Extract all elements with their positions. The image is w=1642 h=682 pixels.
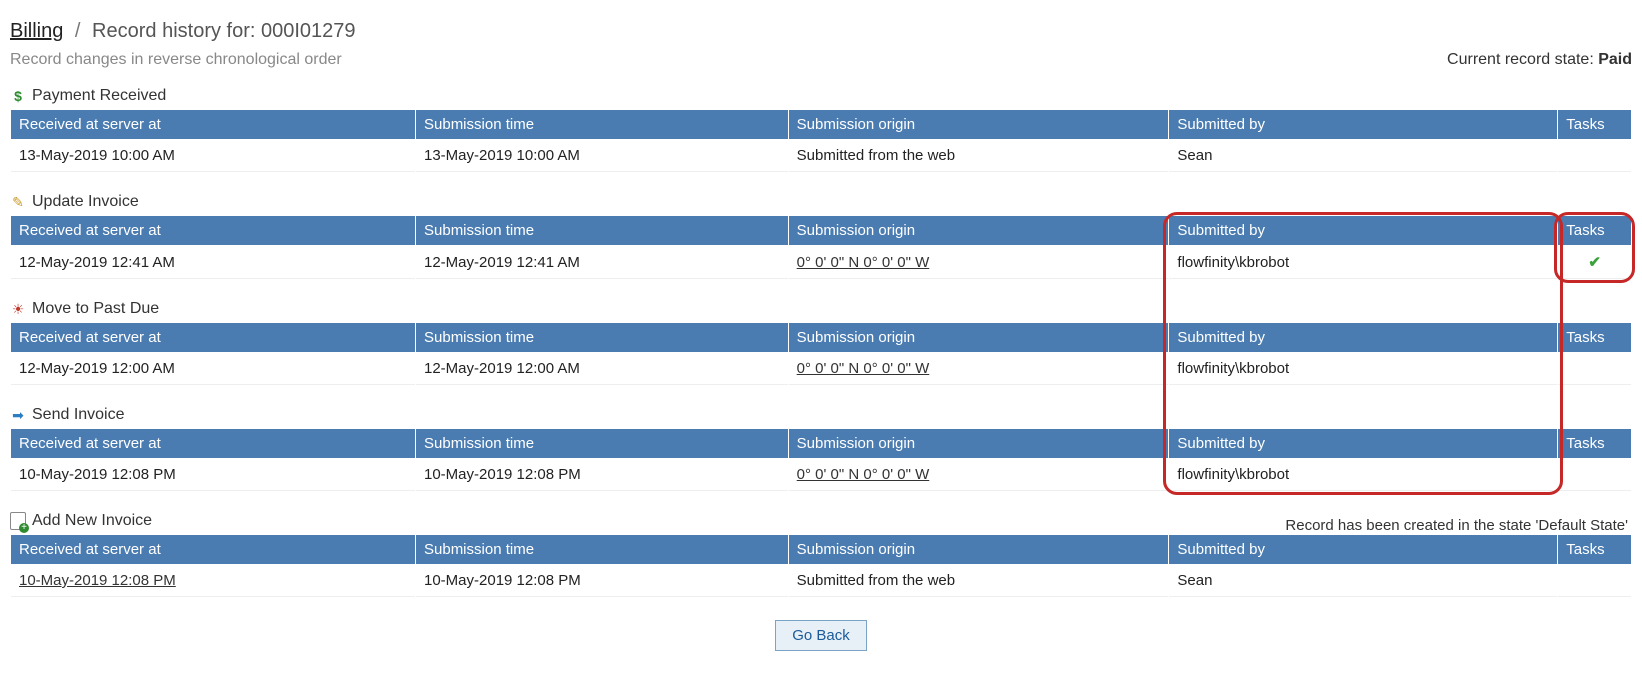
- section-title: Payment Received: [32, 87, 166, 105]
- cell-submitted-by: flowfinity\kbrobot: [1169, 459, 1557, 491]
- col-header-submission-time[interactable]: Submission time: [416, 535, 788, 564]
- cell-tasks[interactable]: ✔: [1558, 246, 1631, 279]
- col-header-submission-time[interactable]: Submission time: [416, 429, 788, 458]
- col-header-submitted-by[interactable]: Submitted by: [1169, 429, 1557, 458]
- cell-tasks: [1558, 353, 1631, 385]
- subhead-text: Record changes in reverse chronological …: [10, 51, 342, 69]
- cell-submission-origin: Submitted from the web: [789, 140, 1169, 172]
- col-header-submitted-by[interactable]: Submitted by: [1169, 110, 1557, 139]
- col-header-submission-origin[interactable]: Submission origin: [789, 535, 1169, 564]
- section-heading: ☀ Move to Past Due: [10, 300, 159, 318]
- cell-submission-origin: Submitted from the web: [789, 565, 1169, 597]
- col-header-tasks[interactable]: Tasks: [1558, 429, 1631, 458]
- section-heading: $ Payment Received: [10, 87, 166, 105]
- section-heading: ✎ Update Invoice: [10, 193, 139, 211]
- breadcrumb-page: Record history for: 000I01279: [92, 20, 356, 42]
- breadcrumb-sep: /: [75, 20, 81, 42]
- cell-submitted-by: flowfinity\kbrobot: [1169, 353, 1557, 385]
- history-table: Received at server atSubmission timeSubm…: [10, 534, 1632, 598]
- cell-received: 12-May-2019 12:41 AM: [11, 246, 415, 279]
- history-section: Add New Invoice Record has been created i…: [10, 506, 1632, 598]
- col-header-submitted-by[interactable]: Submitted by: [1169, 216, 1557, 245]
- record-state-label: Current record state:: [1447, 51, 1598, 68]
- cell-received: 10-May-2019 12:08 PM: [11, 459, 415, 491]
- section-title: Add New Invoice: [32, 512, 152, 530]
- cell-submission-origin[interactable]: 0° 0' 0" N 0° 0' 0" W: [789, 353, 1169, 385]
- history-section: ➡Send InvoiceReceived at server atSubmis…: [10, 400, 1632, 492]
- cell-submitted-by: Sean: [1169, 140, 1557, 172]
- col-header-submission-time[interactable]: Submission time: [416, 216, 788, 245]
- section-title: Update Invoice: [32, 193, 139, 211]
- col-header-tasks[interactable]: Tasks: [1558, 535, 1631, 564]
- go-back-button[interactable]: Go Back: [775, 620, 867, 651]
- col-header-received[interactable]: Received at server at: [11, 429, 415, 458]
- record-state-value: Paid: [1598, 51, 1632, 68]
- cell-received: 13-May-2019 10:00 AM: [11, 140, 415, 172]
- cell-submission-time: 12-May-2019 12:00 AM: [416, 353, 788, 385]
- col-header-tasks[interactable]: Tasks: [1558, 216, 1631, 245]
- history-section: $Payment ReceivedReceived at server atSu…: [10, 81, 1632, 173]
- cell-submitted-by: flowfinity\kbrobot: [1169, 246, 1557, 279]
- add-doc-icon: [10, 513, 26, 529]
- col-header-submission-origin[interactable]: Submission origin: [789, 216, 1169, 245]
- col-header-submission-time[interactable]: Submission time: [416, 323, 788, 352]
- cell-submission-time: 10-May-2019 12:08 PM: [416, 565, 788, 597]
- col-header-tasks[interactable]: Tasks: [1558, 110, 1631, 139]
- history-section: ☀Move to Past DueReceived at server atSu…: [10, 294, 1632, 386]
- cell-tasks: [1558, 459, 1631, 491]
- col-header-submission-origin[interactable]: Submission origin: [789, 323, 1169, 352]
- table-row: 12-May-2019 12:00 AM12-May-2019 12:00 AM…: [11, 353, 1631, 385]
- col-header-received[interactable]: Received at server at: [11, 323, 415, 352]
- col-header-submitted-by[interactable]: Submitted by: [1169, 535, 1557, 564]
- col-header-submission-time[interactable]: Submission time: [416, 110, 788, 139]
- table-row: 10-May-2019 12:08 PM10-May-2019 12:08 PM…: [11, 565, 1631, 597]
- breadcrumb: Billing / Record history for: 000I01279: [10, 20, 1632, 43]
- col-header-submission-origin[interactable]: Submission origin: [789, 110, 1169, 139]
- section-title: Send Invoice: [32, 406, 125, 424]
- cell-submitted-by: Sean: [1169, 565, 1557, 597]
- history-table: Received at server atSubmission timeSubm…: [10, 428, 1632, 492]
- record-state: Current record state: Paid: [1447, 51, 1632, 69]
- alarm-icon: ☀: [10, 301, 26, 317]
- cell-submission-time: 13-May-2019 10:00 AM: [416, 140, 788, 172]
- breadcrumb-root-link[interactable]: Billing: [10, 20, 63, 42]
- section-heading: Add New Invoice: [10, 512, 152, 530]
- col-header-received[interactable]: Received at server at: [11, 110, 415, 139]
- arrow-icon: ➡: [10, 407, 26, 423]
- check-icon[interactable]: ✔: [1566, 253, 1623, 271]
- cell-tasks: [1558, 565, 1631, 597]
- col-header-submitted-by[interactable]: Submitted by: [1169, 323, 1557, 352]
- history-table: Received at server atSubmission timeSubm…: [10, 215, 1632, 280]
- section-note: Record has been created in the state 'De…: [1285, 517, 1632, 534]
- section-title: Move to Past Due: [32, 300, 159, 318]
- table-row: 10-May-2019 12:08 PM10-May-2019 12:08 PM…: [11, 459, 1631, 491]
- history-table: Received at server atSubmission timeSubm…: [10, 322, 1632, 386]
- dollar-icon: $: [10, 88, 26, 104]
- table-row: 13-May-2019 10:00 AM13-May-2019 10:00 AM…: [11, 140, 1631, 172]
- table-row: 12-May-2019 12:41 AM12-May-2019 12:41 AM…: [11, 246, 1631, 279]
- col-header-received[interactable]: Received at server at: [11, 535, 415, 564]
- cell-tasks: [1558, 140, 1631, 172]
- cell-received[interactable]: 10-May-2019 12:08 PM: [11, 565, 415, 597]
- cell-submission-origin[interactable]: 0° 0' 0" N 0° 0' 0" W: [789, 459, 1169, 491]
- history-table: Received at server atSubmission timeSubm…: [10, 109, 1632, 173]
- section-heading: ➡ Send Invoice: [10, 406, 125, 424]
- cell-received: 12-May-2019 12:00 AM: [11, 353, 415, 385]
- col-header-received[interactable]: Received at server at: [11, 216, 415, 245]
- pencil-icon: ✎: [10, 194, 26, 210]
- cell-submission-origin[interactable]: 0° 0' 0" N 0° 0' 0" W: [789, 246, 1169, 279]
- cell-submission-time: 12-May-2019 12:41 AM: [416, 246, 788, 279]
- history-section: ✎Update InvoiceReceived at server atSubm…: [10, 187, 1632, 280]
- col-header-submission-origin[interactable]: Submission origin: [789, 429, 1169, 458]
- col-header-tasks[interactable]: Tasks: [1558, 323, 1631, 352]
- cell-submission-time: 10-May-2019 12:08 PM: [416, 459, 788, 491]
